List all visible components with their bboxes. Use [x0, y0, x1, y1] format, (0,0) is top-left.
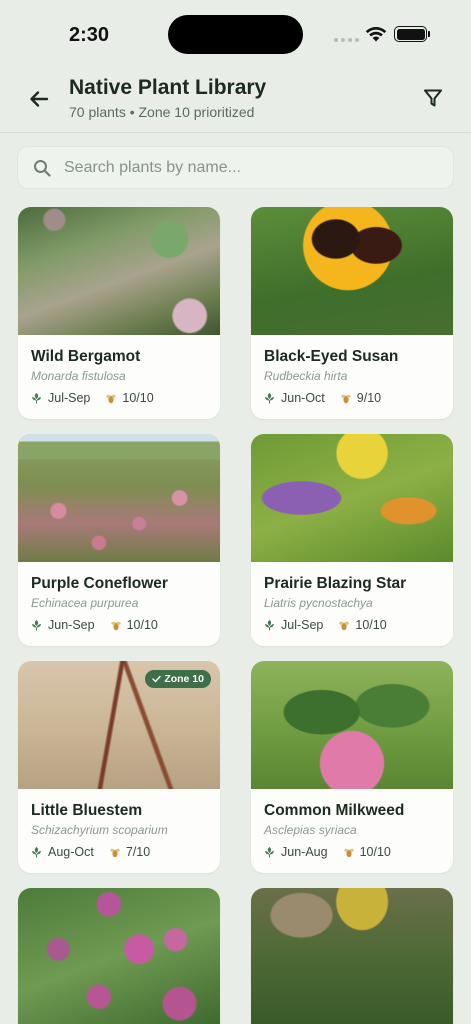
filter-icon	[424, 89, 442, 107]
plant-scientific-name: Liatris pycnostachya	[264, 596, 373, 610]
wifi-icon	[365, 26, 387, 42]
bloom-period: Aug-Oct	[48, 845, 94, 859]
plant-card[interactable]: Prairie Blazing Star Liatris pycnostachy…	[251, 434, 453, 646]
arrow-left-icon	[30, 91, 49, 107]
search-input[interactable]	[64, 147, 444, 188]
filter-button[interactable]	[418, 83, 448, 113]
pollinator-score: 10/10	[122, 391, 154, 405]
plant-card[interactable]: Zone 10 Little Bluestem Schizachyrium sc…	[18, 661, 220, 873]
pollinator-icon	[110, 848, 120, 857]
status-bar: 2:30	[0, 0, 471, 66]
plant-photo	[251, 207, 453, 335]
plant-meta: Jun-Sep 10/10	[31, 618, 158, 632]
pollinator-icon	[110, 621, 121, 630]
plant-card[interactable]: Purple Coneflower Echinacea purpurea Jun…	[18, 434, 220, 646]
plant-photo	[251, 661, 453, 789]
plant-name: Black-Eyed Susan	[264, 348, 399, 365]
pollinator-icon	[343, 848, 354, 857]
plant-meta: Aug-Oct 7/10	[31, 845, 150, 859]
plant-name: Common Milkweed	[264, 802, 405, 819]
bloom-period: Jun-Sep	[48, 618, 95, 632]
plant-card[interactable]: Black-Eyed Susan Rudbeckia hirta Jun-Oct…	[251, 207, 453, 419]
pollinator-icon	[106, 394, 117, 403]
dynamic-island	[168, 15, 303, 54]
bloom-icon	[32, 620, 41, 631]
pollinator-icon	[341, 394, 351, 403]
pollinator-score: 9/10	[356, 391, 382, 405]
plant-photo	[251, 888, 453, 1024]
pollinator-score: 10/10	[359, 845, 391, 859]
check-icon	[152, 675, 162, 683]
bloom-period: Jul-Sep	[48, 391, 91, 405]
plant-photo: Zone 10	[18, 661, 220, 789]
plant-scientific-name: Rudbeckia hirta	[264, 369, 348, 383]
page-title: Native Plant Library	[69, 76, 267, 99]
pollinator-score: 7/10	[125, 845, 151, 859]
search-bar	[17, 146, 454, 189]
plant-photo	[18, 888, 220, 1024]
plant-scientific-name: Schizachyrium scoparium	[31, 823, 168, 837]
plant-meta: Jul-Sep 10/10	[31, 391, 154, 405]
plant-card[interactable]: Common Milkweed Asclepias syriaca Jun-Au…	[251, 661, 453, 873]
plant-meta: Jun-Oct 9/10	[264, 391, 381, 405]
plant-card[interactable]: Wild Bergamot Monarda fistulosa Jul-Sep …	[18, 207, 220, 419]
plant-name: Wild Bergamot	[31, 348, 141, 365]
plant-scientific-name: Echinacea purpurea	[31, 596, 139, 610]
app-header: Native Plant Library 70 plants • Zone 10…	[0, 66, 471, 133]
page-subtitle: 70 plants • Zone 10 prioritized	[69, 104, 255, 120]
pollinator-icon	[339, 621, 350, 630]
bloom-icon	[32, 847, 41, 858]
bloom-icon	[265, 620, 274, 631]
pollinator-score: 10/10	[355, 618, 387, 632]
zone-badge: Zone 10	[145, 670, 211, 688]
plant-card[interactable]	[251, 888, 453, 1024]
plant-meta: Jun-Aug 10/10	[264, 845, 391, 859]
plant-card[interactable]	[18, 888, 220, 1024]
search-icon	[34, 160, 51, 177]
plant-photo	[18, 207, 220, 335]
zone-badge-label: Zone 10	[164, 673, 204, 685]
bloom-period: Jun-Aug	[281, 845, 328, 859]
plant-name: Prairie Blazing Star	[264, 575, 407, 592]
plant-photo	[18, 434, 220, 562]
signal-icon	[334, 38, 359, 42]
plant-name: Purple Coneflower	[31, 575, 168, 592]
plant-name: Little Bluestem	[31, 802, 143, 819]
plant-scientific-name: Asclepias syriaca	[264, 823, 357, 837]
plant-meta: Jul-Sep 10/10	[264, 618, 387, 632]
pollinator-score: 10/10	[126, 618, 158, 632]
bloom-icon	[32, 393, 41, 404]
bloom-period: Jun-Oct	[281, 391, 325, 405]
bloom-icon	[265, 393, 274, 404]
status-time: 2:30	[69, 24, 110, 46]
back-button[interactable]	[24, 84, 54, 114]
battery-icon	[394, 26, 427, 42]
plant-photo	[251, 434, 453, 562]
plant-scientific-name: Monarda fistulosa	[31, 369, 126, 383]
bloom-icon	[265, 847, 274, 858]
bloom-period: Jul-Sep	[281, 618, 324, 632]
